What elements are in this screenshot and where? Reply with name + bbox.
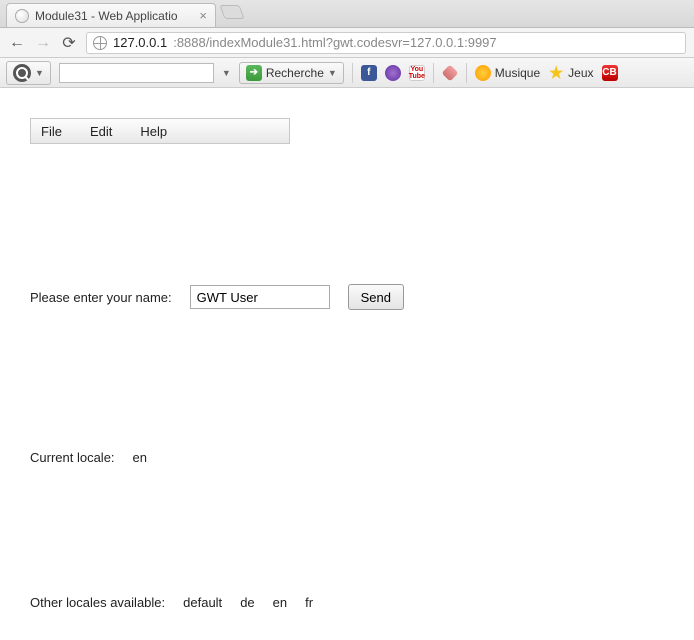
menu-help[interactable]: Help [140, 124, 167, 139]
chevron-down-icon[interactable]: ▼ [222, 68, 231, 78]
url-rest: :8888/indexModule31.html?gwt.codesvr=127… [173, 35, 496, 50]
new-tab-button[interactable] [219, 5, 244, 19]
url-bar[interactable]: 127.0.0.1 :8888/indexModule31.html?gwt.co… [86, 32, 686, 54]
diamond-icon[interactable] [442, 65, 458, 81]
toolbar-search-input[interactable] [59, 63, 214, 83]
browser-tabstrip: Module31 - Web Applicatio × [0, 0, 694, 28]
reload-icon[interactable]: ⟳ [60, 33, 78, 53]
url-host: 127.0.0.1 [113, 35, 167, 50]
close-icon[interactable]: × [199, 8, 207, 23]
jeux-button[interactable]: ★ Jeux [548, 65, 593, 81]
search-provider-button[interactable]: ▼ [6, 61, 51, 85]
page-content: File Edit Help Please enter your name: S… [0, 88, 694, 640]
browser-tab[interactable]: Module31 - Web Applicatio × [6, 3, 216, 27]
name-label: Please enter your name: [30, 290, 172, 305]
cb-icon[interactable]: CB [602, 65, 618, 81]
locale-option[interactable]: fr [305, 595, 313, 610]
menu-file[interactable]: File [41, 124, 62, 139]
jeux-label: Jeux [568, 66, 593, 80]
current-locale-label: Current locale: [30, 450, 115, 465]
current-locale-row: Current locale: en [30, 450, 664, 465]
tab-title: Module31 - Web Applicatio [35, 9, 193, 23]
recherche-button[interactable]: ➔ Recherche ▼ [239, 62, 344, 84]
separator [352, 63, 353, 83]
name-input[interactable] [190, 285, 330, 309]
swirl-icon[interactable] [385, 65, 401, 81]
other-locales-row: Other locales available: default de en f… [30, 595, 664, 610]
menu-edit[interactable]: Edit [90, 124, 112, 139]
youtube-icon[interactable]: You Tube [409, 65, 425, 81]
musique-button[interactable]: Musique [475, 65, 540, 81]
locale-option[interactable]: default [183, 595, 222, 610]
browser-navbar: ← → ⟳ 127.0.0.1 :8888/indexModule31.html?… [0, 28, 694, 58]
back-icon[interactable]: ← [8, 34, 26, 52]
chevron-down-icon: ▼ [328, 68, 337, 78]
arrow-right-icon: ➔ [246, 65, 262, 81]
star-icon: ★ [548, 65, 564, 81]
magnifier-icon [13, 64, 31, 82]
globe-icon [15, 9, 29, 23]
other-locales-label: Other locales available: [30, 595, 165, 610]
headphones-icon [475, 65, 491, 81]
globe-icon [93, 36, 107, 50]
chevron-down-icon: ▼ [35, 68, 44, 78]
facebook-icon[interactable]: f [361, 65, 377, 81]
locale-option[interactable]: en [273, 595, 287, 610]
separator [466, 63, 467, 83]
app-menubar: File Edit Help [30, 118, 290, 144]
musique-label: Musique [495, 66, 540, 80]
other-locales-list: default de en fr [183, 595, 313, 610]
name-form-row: Please enter your name: Send [30, 284, 664, 310]
current-locale-value: en [133, 450, 147, 465]
recherche-label: Recherche [266, 66, 324, 80]
send-button[interactable]: Send [348, 284, 404, 310]
browser-bookmarks-bar: ▼ ▼ ➔ Recherche ▼ f You Tube Musique ★ J… [0, 58, 694, 88]
locale-option[interactable]: de [240, 595, 254, 610]
forward-icon[interactable]: → [34, 34, 52, 52]
separator [433, 63, 434, 83]
